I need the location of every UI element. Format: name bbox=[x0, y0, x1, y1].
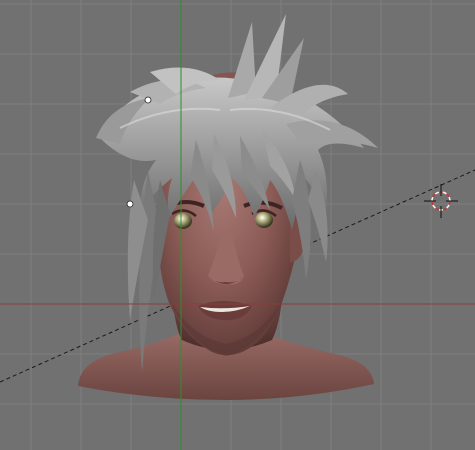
3d-viewport[interactable] bbox=[0, 0, 475, 450]
left-eye bbox=[174, 213, 192, 229]
object-center-icon[interactable] bbox=[126, 200, 134, 208]
right-eye bbox=[255, 212, 273, 228]
viewport-scene[interactable] bbox=[0, 0, 475, 450]
object-center-icon[interactable] bbox=[144, 96, 152, 104]
